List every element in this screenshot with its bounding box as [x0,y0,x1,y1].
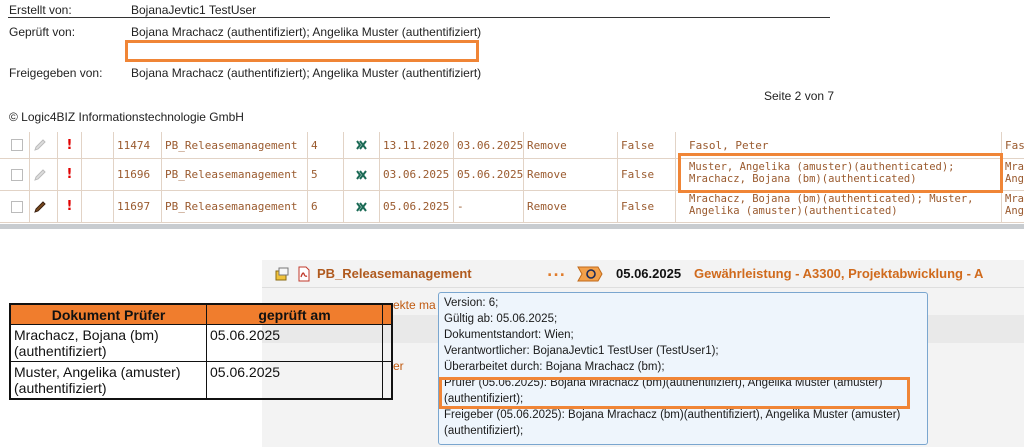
action-cell: Remove [524,191,618,222]
flag-cell: False [618,159,676,190]
pruefer-spacer [383,362,391,398]
table-row[interactable]: ! 11697 PB_Releasemanagement 6 05.06.202… [0,191,1024,223]
pruefer-date: 05.06.2025 [207,362,383,398]
priority-icon: ! [66,137,73,153]
action-cell: Remove [524,132,618,158]
overflow-cell: Faso [1005,138,1024,152]
flag-cell: False [618,132,676,158]
date-from-cell: 03.06.2025 [380,159,454,190]
id-cell: 11474 [114,132,162,158]
tooltip-line: Überarbeitet durch: Bojana Mrachacz (bm)… [444,361,665,373]
horizontal-scrollbar[interactable] [0,224,1024,229]
row-checkbox-cell[interactable] [8,132,30,158]
priority-cell: ! [58,132,82,158]
table-row: Mrachacz, Bojana (bm) (authentifiziert) … [11,325,391,362]
date-to-cell: - [454,191,524,222]
reviewed-by-highlight [125,40,479,62]
document-stack-icon[interactable] [274,266,290,282]
refresh-icon[interactable] [576,265,604,283]
document-link[interactable]: PB_Releasemanagement [317,266,472,281]
flag-cell: False [618,191,676,222]
edit-cell[interactable] [30,191,58,222]
excel-cell[interactable] [344,159,380,190]
edit-cell[interactable] [30,159,58,190]
persons-highlight [678,153,1003,193]
version-cell: 6 [308,191,344,222]
panel-date: 05.06.2025 [616,266,682,281]
reviewed-by-label: Geprüft von: [9,25,76,39]
header-date: geprüft am [207,305,383,324]
edit-cell[interactable] [30,132,58,158]
tooltip-line: Freigeber (05.06.2025): Bojana Mrachacz … [444,409,901,421]
header-spacer [383,305,391,324]
spacer-cell [82,191,114,222]
row-checkbox-cell[interactable] [8,191,30,222]
row-checkbox-cell[interactable] [8,159,30,190]
panel-tags[interactable]: Gewährleistung - A3300, Projektabwicklun… [694,266,983,281]
pencil-icon[interactable] [33,168,47,182]
partial-label-2: er [393,359,404,373]
released-by-value: Bojana Mrachacz (authentifiziert); Angel… [131,66,482,80]
released-by-label: Freigegeben von: [9,66,103,80]
header-pruefer: Dokument Prüfer [11,305,207,324]
panel-header: PB_Releasemanagement ... 05.06.2025 Gewä… [262,260,1024,288]
id-cell: 11697 [114,191,162,222]
date-from-cell: 13.11.2020 [380,132,454,158]
reviewed-by-value: Bojana Mrachacz (authentifiziert); Angel… [131,25,482,39]
pruefer-name: Muster, Angelika (amuster) (authentifizi… [11,362,207,398]
tooltip-line: Dokumentstandort: Wien; [444,329,574,341]
priority-cell: ! [58,191,82,222]
row-checkbox[interactable] [11,139,23,151]
document-header: Erstellt von: BojanaJevtic1 TestUser Gep… [0,0,1024,130]
pruefer-date: 05.06.2025 [207,325,383,361]
tooltip-pruefer-highlight [439,377,910,409]
excel-icon[interactable] [355,168,369,182]
date-from-cell: 05.06.2025 [380,191,454,222]
copyright-text: © Logic4BIZ Informationstechnologie GmbH [9,110,244,124]
pruefer-table-header: Dokument Prüfer geprüft am [11,305,391,325]
excel-cell[interactable] [344,132,380,158]
name-cell[interactable]: PB_Releasemanagement [162,132,308,158]
priority-icon: ! [66,167,73,182]
pencil-icon[interactable] [33,200,47,214]
pruefer-spacer [383,325,391,361]
date-to-cell: 03.06.2025 [454,132,524,158]
tooltip-line: (authentifiziert); [444,425,524,437]
spacer-cell [82,132,114,158]
more-dots[interactable]: ... [547,264,566,280]
action-cell: Remove [524,159,618,190]
excel-cell[interactable] [344,191,380,222]
date-to-cell: 05.06.2025 [454,159,524,190]
persons-cell: Mrachacz, Bojana (bm)(authenticated); Mu… [686,191,1002,222]
partial-label-1[interactable]: ekte ma [393,298,436,312]
version-cell: 4 [308,132,344,158]
row-checkbox[interactable] [11,168,23,181]
row-checkbox[interactable] [11,200,23,213]
spacer-cell [82,159,114,190]
page-indicator: Seite 2 von 7 [764,89,835,103]
overflow-cell: Mra Ang [1005,161,1024,185]
priority-cell: ! [58,159,82,190]
pruefer-table: Dokument Prüfer geprüft am Mrachacz, Boj… [9,303,393,400]
excel-icon[interactable] [355,138,369,152]
priority-icon: ! [66,199,73,214]
created-by-value: BojanaJevtic1 TestUser [131,3,257,17]
excel-icon[interactable] [355,200,369,214]
created-by-label: Erstellt von: [9,3,72,17]
overflow-cell: Mra Ang [1005,193,1024,217]
header-divider [8,17,830,18]
name-cell[interactable]: PB_Releasemanagement [162,159,308,190]
version-tooltip: Version: 6; Gültig ab: 05.06.2025; Dokum… [438,292,928,445]
table-row: Muster, Angelika (amuster) (authentifizi… [11,362,391,398]
name-cell[interactable]: PB_Releasemanagement [162,191,308,222]
pencil-icon[interactable] [33,138,47,152]
tooltip-line: Verantwortlicher: BojanaJevtic1 TestUser… [444,345,719,357]
version-cell: 5 [308,159,344,190]
tooltip-line: Gültig ab: 05.06.2025; [444,313,558,325]
pruefer-name: Mrachacz, Bojana (bm) (authentifiziert) [11,325,207,361]
id-cell: 11696 [114,159,162,190]
pdf-icon[interactable] [296,266,312,282]
tooltip-line: Version: 6; [444,297,499,309]
